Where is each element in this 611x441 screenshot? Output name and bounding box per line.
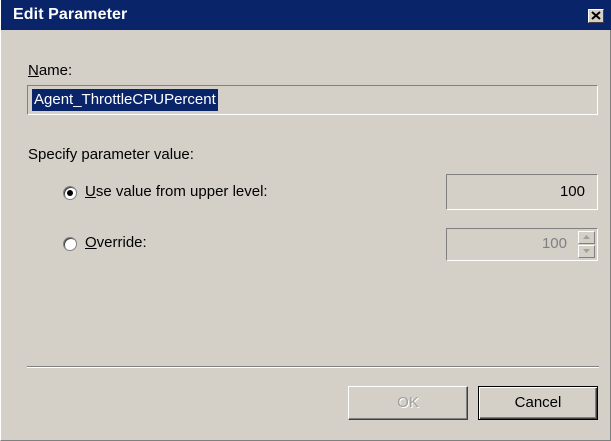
chevron-up-icon [583, 235, 590, 239]
name-field[interactable]: Agent_ThrottleCPUPercent [27, 85, 598, 115]
ok-button[interactable]: OK [348, 386, 468, 420]
radio-selected-dot [67, 190, 73, 196]
name-value[interactable]: Agent_ThrottleCPUPercent [32, 89, 218, 111]
override-value-stepper[interactable]: 100 [446, 228, 598, 261]
title-bar[interactable]: Edit Parameter [1, 0, 611, 30]
use-upper-level-label[interactable]: Use value from upper level: [85, 183, 268, 200]
stepper-down-button[interactable] [578, 245, 595, 258]
upper-level-value-field: 100 [446, 174, 598, 210]
specify-label: Specify parameter value: [28, 146, 194, 163]
use-upper-level-radio[interactable] [63, 186, 77, 200]
override-radio[interactable] [63, 237, 77, 251]
cancel-button[interactable]: Cancel [478, 386, 598, 420]
edit-parameter-dialog: Edit Parameter Name: Agent_ThrottleCPUPe… [0, 0, 611, 441]
window-title: Edit Parameter [13, 6, 128, 23]
close-icon [591, 11, 601, 20]
override-label[interactable]: Override: [85, 234, 147, 251]
stepper-up-button[interactable] [578, 231, 595, 244]
divider [27, 366, 599, 368]
chevron-down-icon [583, 249, 590, 253]
close-button[interactable] [588, 9, 604, 23]
override-value: 100 [541, 235, 567, 252]
upper-level-value: 100 [559, 183, 585, 200]
name-label: Name: [28, 62, 73, 79]
